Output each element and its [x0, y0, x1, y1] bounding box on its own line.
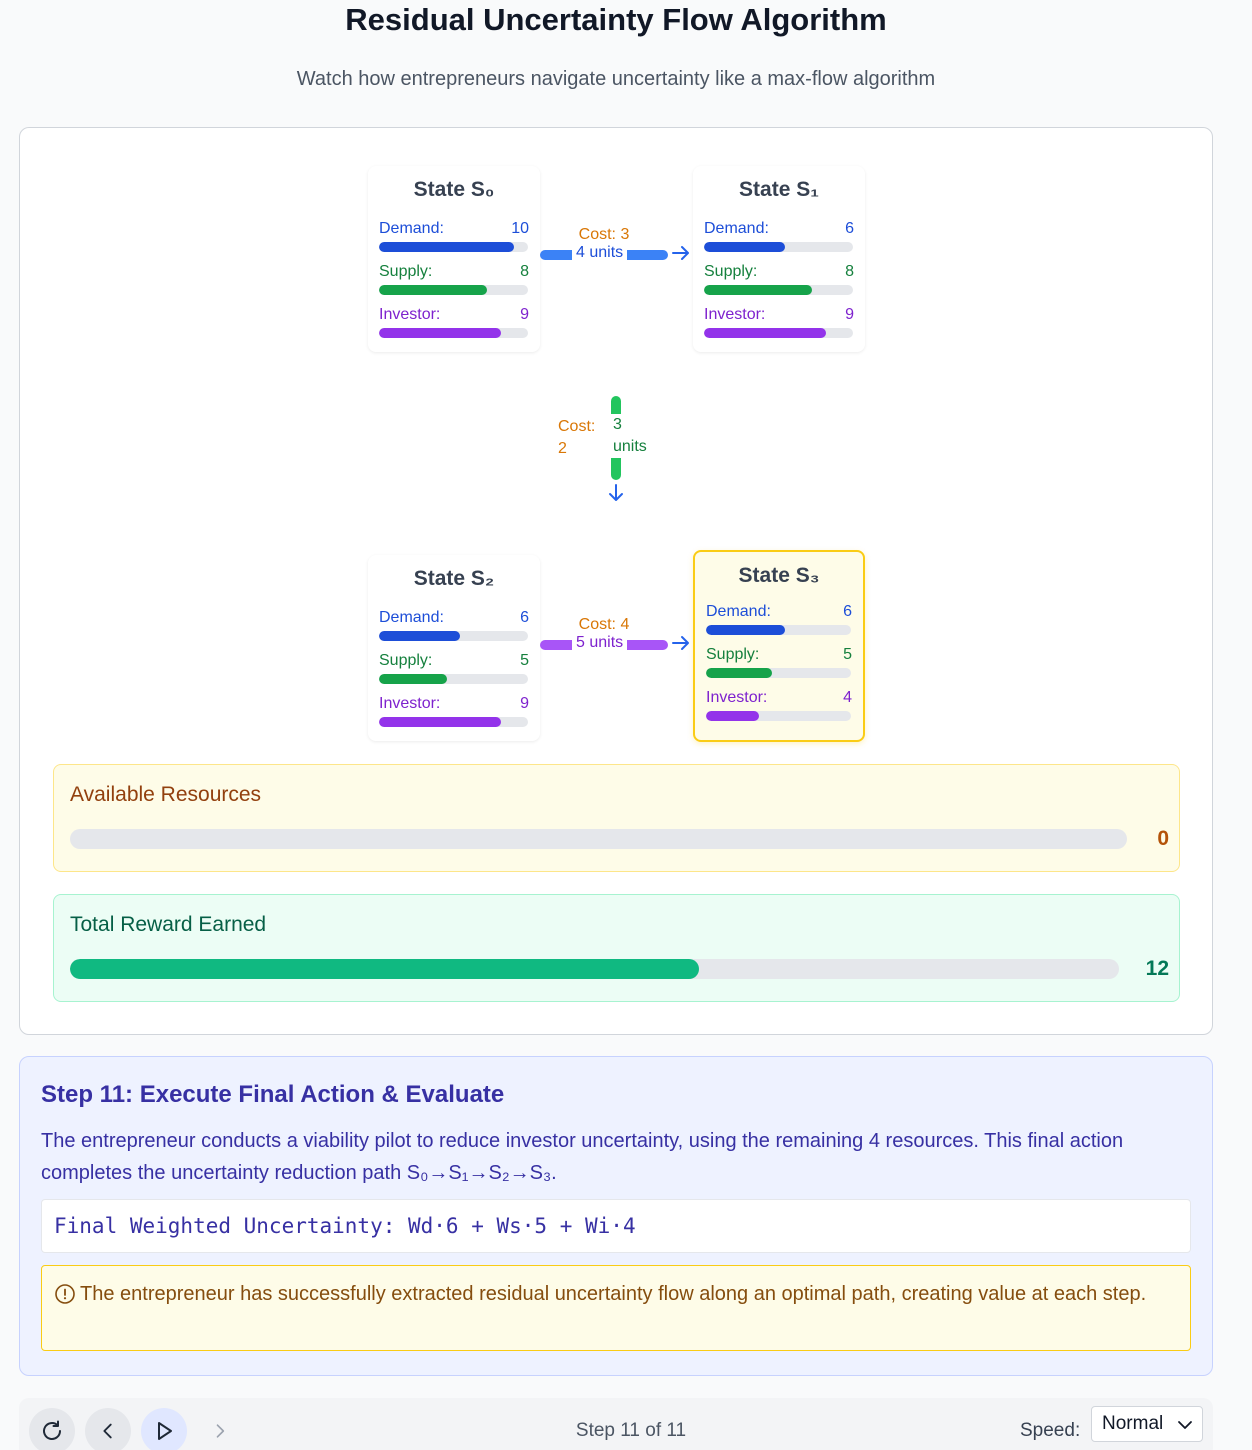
- demand-metric: Demand: 6: [706, 602, 852, 645]
- step-title: Step 11: Execute Final Action & Evaluate: [41, 1081, 505, 1108]
- investor-bar: [379, 328, 501, 338]
- demand-bar: [704, 242, 786, 252]
- demand-value: 10: [511, 220, 529, 237]
- demand-metric: Demand: 10: [379, 219, 529, 262]
- supply-label: Supply:: [706, 646, 760, 663]
- demand-label: Demand:: [704, 220, 769, 237]
- state-card-s1: State S₁ Demand: 6 Supply: 8 Investor: 9: [693, 166, 865, 352]
- supply-bar: [379, 674, 447, 684]
- formula-box: Final Weighted Uncertainty: Wd·6 + Ws·5 …: [41, 1199, 1191, 1253]
- state-card-s3: State S₃ Demand: 6 Supply: 5 Investor: 4: [693, 550, 865, 742]
- flow-diagram-panel: State S₀ Demand: 10 Supply: 8 Investor: 9 S…: [19, 127, 1213, 1035]
- state-title: State S₀: [413, 178, 495, 201]
- arrow-right-icon: [672, 636, 689, 650]
- total-reward-value: 12: [1145, 957, 1169, 980]
- available-resources-title: Available Resources: [70, 783, 262, 806]
- flow-s0-s1: Cost: 3 4 units: [540, 226, 692, 276]
- flow-units-label: 5 units: [572, 632, 628, 654]
- state-title: State S₁: [739, 178, 819, 201]
- state-card-s2: State S₂ Demand: 6 Supply: 5 Investor: 9: [368, 555, 540, 741]
- speed-label: Speed:: [1020, 1420, 1081, 1441]
- investor-value: 9: [520, 695, 529, 712]
- investor-label: Investor:: [379, 695, 441, 712]
- state-card-s0: State S₀ Demand: 10 Supply: 8 Investor: 9: [368, 166, 540, 352]
- demand-value: 6: [845, 220, 854, 237]
- demand-label: Demand:: [379, 609, 444, 626]
- investor-metric: Investor: 9: [379, 305, 529, 348]
- total-reward: Total Reward Earned 12: [53, 894, 1180, 1002]
- supply-label: Supply:: [704, 263, 758, 280]
- available-resources-value: 0: [1157, 827, 1169, 850]
- investor-metric: Investor: 9: [379, 694, 529, 737]
- state-title: State S₂: [413, 567, 495, 590]
- flow-units-label: 4 units: [572, 242, 628, 264]
- arrow-down-icon: [609, 484, 623, 501]
- supply-metric: Supply: 5: [706, 645, 852, 688]
- investor-label: Investor:: [704, 306, 766, 323]
- flow-cost-label: Cost: 2: [558, 418, 596, 457]
- page-subtitle: Watch how entrepreneurs navigate uncerta…: [296, 68, 936, 90]
- speed-select[interactable]: Normal: [1091, 1406, 1203, 1442]
- demand-metric: Demand: 6: [704, 219, 854, 262]
- supply-value: 5: [843, 646, 852, 663]
- investor-value: 4: [843, 689, 852, 706]
- investor-bar: [704, 328, 826, 338]
- flow-s1-s2: Cost: 2 3 units: [558, 394, 668, 504]
- demand-metric: Demand: 6: [379, 608, 529, 651]
- investor-bar: [379, 717, 501, 727]
- speed-value: Normal: [1102, 1413, 1164, 1434]
- investor-value: 9: [520, 306, 529, 323]
- alert-circle-icon: [55, 1284, 75, 1304]
- demand-value: 6: [520, 609, 529, 626]
- total-reward-title: Total Reward Earned: [70, 913, 267, 936]
- investor-metric: Investor: 9: [704, 305, 854, 348]
- arrow-right-icon: [672, 246, 689, 260]
- state-title: State S₃: [738, 564, 820, 587]
- supply-metric: Supply: 8: [379, 262, 529, 305]
- investor-bar: [706, 711, 759, 721]
- investor-value: 9: [845, 306, 854, 323]
- supply-label: Supply:: [379, 263, 433, 280]
- investor-label: Investor:: [379, 306, 441, 323]
- demand-bar: [379, 631, 461, 641]
- demand-label: Demand:: [706, 603, 771, 620]
- total-reward-bar: [70, 959, 700, 979]
- flow-units-label: 3 units: [610, 414, 650, 458]
- step-explanation-panel: Step 11: Execute Final Action & Evaluate…: [19, 1056, 1213, 1376]
- chevron-down-icon: [1178, 1421, 1192, 1429]
- supply-value: 8: [520, 263, 529, 280]
- investor-metric: Investor: 4: [706, 688, 852, 731]
- flow-s2-s3: Cost: 4 5 units: [540, 616, 692, 666]
- supply-metric: Supply: 8: [704, 262, 854, 305]
- success-note-text: The entrepreneur has successfully extrac…: [80, 1283, 1147, 1305]
- available-resources: Available Resources 0: [53, 764, 1180, 872]
- demand-label: Demand:: [379, 220, 444, 237]
- investor-label: Investor:: [706, 689, 768, 706]
- supply-metric: Supply: 5: [379, 651, 529, 694]
- supply-value: 5: [520, 652, 529, 669]
- supply-bar: [379, 285, 488, 295]
- demand-value: 6: [843, 603, 852, 620]
- demand-bar: [379, 242, 515, 252]
- supply-bar: [704, 285, 813, 295]
- step-description: The entrepreneur conducts a viability pi…: [41, 1130, 1124, 1184]
- page-title: Residual Uncertainty Flow Algorithm: [345, 2, 887, 37]
- supply-label: Supply:: [379, 652, 433, 669]
- demand-bar: [706, 625, 786, 635]
- supply-value: 8: [845, 263, 854, 280]
- success-note: The entrepreneur has successfully extrac…: [41, 1265, 1191, 1351]
- playback-controls: Step 11 of 11 Speed: Normal: [19, 1398, 1213, 1450]
- supply-bar: [706, 668, 772, 678]
